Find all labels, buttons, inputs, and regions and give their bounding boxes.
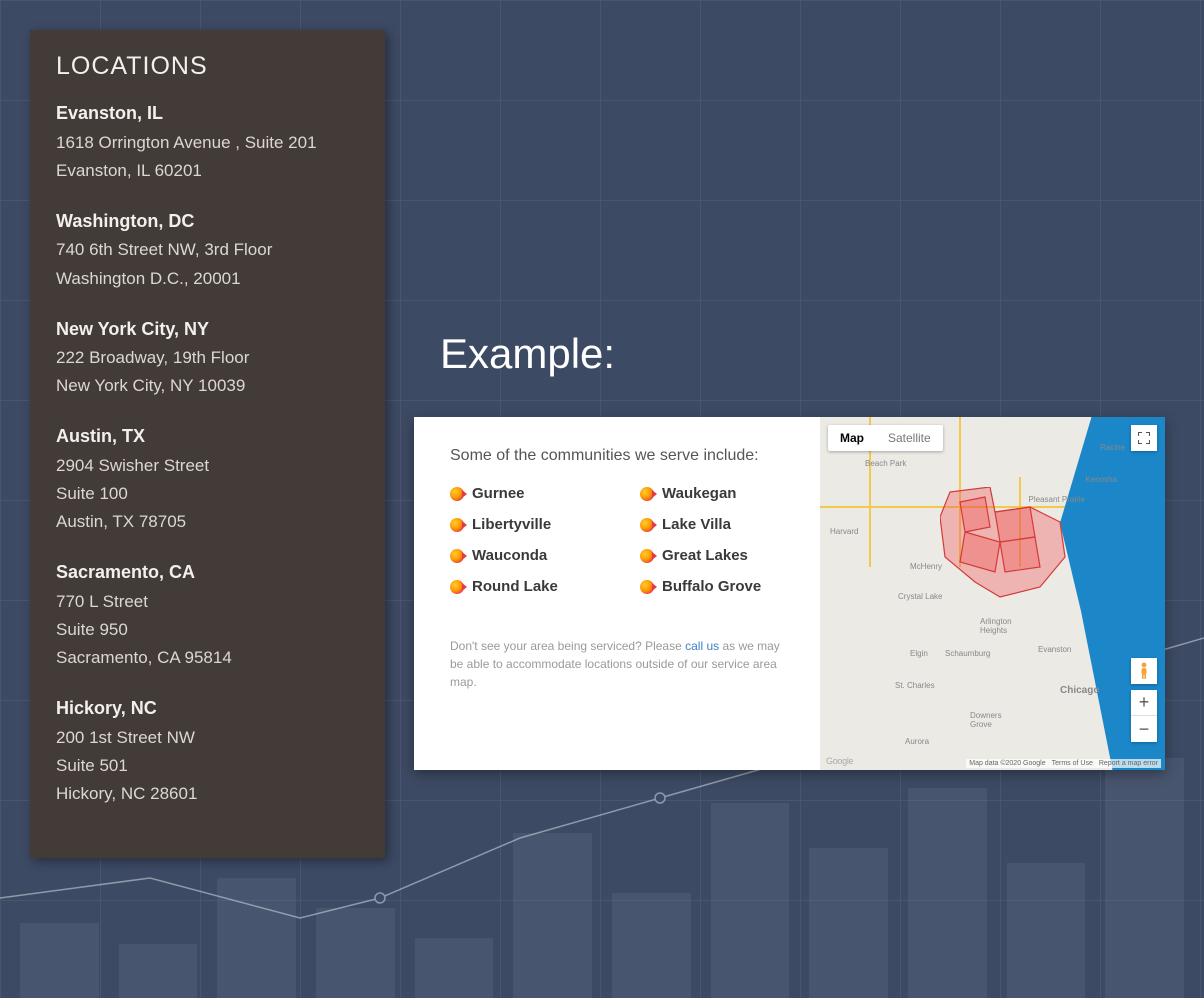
- bullet-icon: [450, 518, 464, 532]
- location-block: Austin, TX 2904 Swisher Street Suite 100 Au…: [56, 422, 359, 536]
- zoom-controls: + −: [1131, 690, 1157, 742]
- map-city-label: Schaumburg: [945, 649, 990, 658]
- map-city-label: Harvard: [830, 527, 858, 536]
- map-city-label: DownersGrove: [970, 711, 1002, 729]
- community-name: Buffalo Grove: [662, 578, 761, 595]
- location-block: Sacramento, CA 770 L Street Suite 950 Sacra…: [56, 558, 359, 672]
- communities-column-1: Gurnee Libertyville Wauconda Round Lake: [450, 485, 600, 609]
- map-city-label: McHenry: [910, 562, 942, 571]
- location-address-line: Evanston, IL 60201: [56, 161, 202, 180]
- community-name: Wauconda: [472, 547, 547, 564]
- locations-panel: LOCATIONS Evanston, IL 1618 Orrington Ave…: [30, 30, 385, 858]
- location-address-line: 222 Broadway, 19th Floor: [56, 348, 249, 367]
- map-city-label: Racine: [1100, 443, 1125, 452]
- zoom-in-button[interactable]: +: [1131, 690, 1157, 716]
- zoom-out-button[interactable]: −: [1131, 716, 1157, 742]
- call-us-link[interactable]: call us: [685, 639, 719, 653]
- location-name: New York City, NY: [56, 315, 359, 345]
- location-address-line: Suite 100: [56, 484, 128, 503]
- map-city-label: Crystal Lake: [898, 592, 942, 601]
- map-tab[interactable]: Map: [828, 425, 876, 451]
- community-item: Round Lake: [450, 578, 600, 595]
- location-address-line: Hickory, NC 28601: [56, 784, 197, 803]
- community-name: Round Lake: [472, 578, 558, 595]
- map-type-toggle[interactable]: Map Satellite: [828, 425, 943, 451]
- location-address-line: Washington D.C., 20001: [56, 269, 241, 288]
- bullet-icon: [450, 549, 464, 563]
- location-block: Evanston, IL 1618 Orrington Avenue , Suit…: [56, 99, 359, 185]
- community-item: Libertyville: [450, 516, 600, 533]
- community-name: Lake Villa: [662, 516, 731, 533]
- map-city-label: St. Charles: [895, 681, 935, 690]
- map-city-label: Beach Park: [865, 459, 906, 468]
- example-heading: Example:: [440, 330, 615, 378]
- location-address-line: New York City, NY 10039: [56, 376, 245, 395]
- location-name: Sacramento, CA: [56, 558, 359, 588]
- map-attribution: Map data ©2020 Google Terms of Use Repor…: [966, 759, 1161, 768]
- community-item: Buffalo Grove: [640, 578, 790, 595]
- map-city-label: Chicago: [1060, 685, 1099, 696]
- location-address-line: Suite 950: [56, 620, 128, 639]
- service-area-map[interactable]: Racine Kenosha Pleasant Prairie Harvard …: [820, 417, 1165, 770]
- location-address-line: Austin, TX 78705: [56, 512, 186, 531]
- community-item: Great Lakes: [640, 547, 790, 564]
- location-block: Washington, DC 740 6th Street NW, 3rd Flo…: [56, 207, 359, 293]
- location-address-line: 1618 Orrington Avenue , Suite 201: [56, 133, 317, 152]
- communities-column-2: Waukegan Lake Villa Great Lakes Buffalo Gro…: [640, 485, 790, 609]
- community-item: Wauconda: [450, 547, 600, 564]
- example-content: Some of the communities we serve include…: [414, 417, 820, 770]
- community-name: Gurnee: [472, 485, 525, 502]
- report-error-link[interactable]: Report a map error: [1099, 760, 1158, 767]
- map-city-label: Evanston: [1038, 645, 1071, 654]
- location-address-line: Sacramento, CA 95814: [56, 648, 232, 667]
- satellite-tab[interactable]: Satellite: [876, 425, 943, 451]
- location-name: Washington, DC: [56, 207, 359, 237]
- community-name: Great Lakes: [662, 547, 748, 564]
- bullet-icon: [640, 549, 654, 563]
- location-block: Hickory, NC 200 1st Street NW Suite 501 Hic…: [56, 694, 359, 808]
- map-city-label: Aurora: [905, 737, 929, 746]
- service-region-overlay: [940, 487, 1070, 617]
- location-address-line: Suite 501: [56, 756, 128, 775]
- bullet-icon: [640, 487, 654, 501]
- map-city-label: ArlingtonHeights: [980, 617, 1012, 635]
- location-address-line: 200 1st Street NW: [56, 728, 195, 747]
- pegman-button[interactable]: [1131, 658, 1157, 684]
- terms-link[interactable]: Terms of Use: [1052, 760, 1093, 767]
- location-address-line: 2904 Swisher Street: [56, 456, 209, 475]
- location-address-line: 770 L Street: [56, 592, 148, 611]
- location-address-line: 740 6th Street NW, 3rd Floor: [56, 240, 272, 259]
- community-name: Libertyville: [472, 516, 551, 533]
- location-name: Hickory, NC: [56, 694, 359, 724]
- bullet-icon: [640, 518, 654, 532]
- map-city-label: Kenosha: [1085, 475, 1117, 484]
- location-name: Austin, TX: [56, 422, 359, 452]
- bullet-icon: [450, 487, 464, 501]
- bullet-icon: [450, 580, 464, 594]
- communities-intro: Some of the communities we serve include…: [450, 447, 790, 465]
- map-data-text: Map data ©2020 Google: [969, 760, 1045, 767]
- community-item: Lake Villa: [640, 516, 790, 533]
- location-name: Evanston, IL: [56, 99, 359, 129]
- community-item: Waukegan: [640, 485, 790, 502]
- service-note: Don't see your area being serviced? Plea…: [450, 637, 790, 691]
- community-item: Gurnee: [450, 485, 600, 502]
- map-city-label: Elgin: [910, 649, 928, 658]
- google-logo: Google: [826, 756, 853, 766]
- location-block: New York City, NY 222 Broadway, 19th Floo…: [56, 315, 359, 401]
- fullscreen-button[interactable]: [1131, 425, 1157, 451]
- community-name: Waukegan: [662, 485, 736, 502]
- map-city-label: Pleasant Prairie: [1029, 495, 1085, 504]
- example-card: Some of the communities we serve include…: [414, 417, 1165, 770]
- locations-title: LOCATIONS: [56, 52, 359, 81]
- note-text: Don't see your area being serviced? Plea…: [450, 639, 685, 653]
- bullet-icon: [640, 580, 654, 594]
